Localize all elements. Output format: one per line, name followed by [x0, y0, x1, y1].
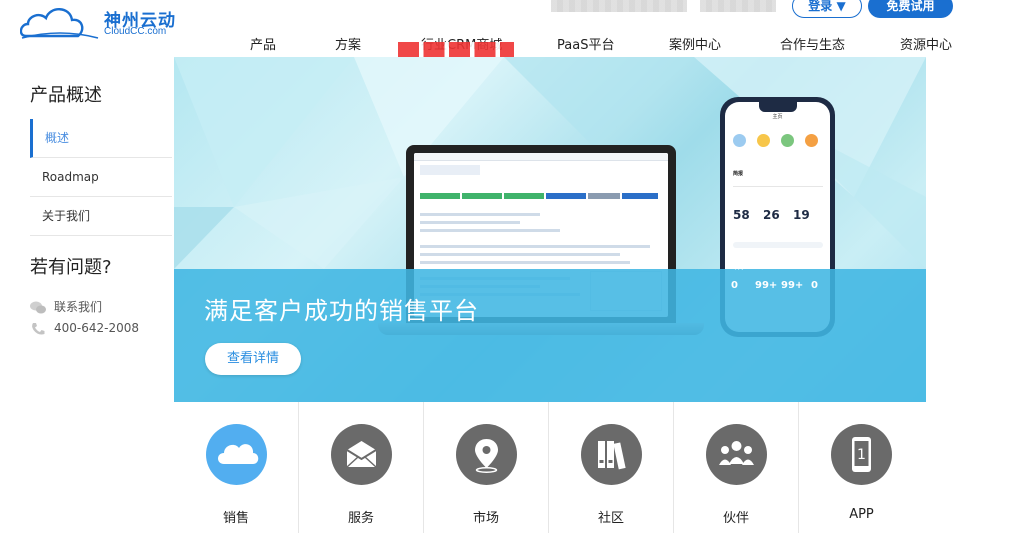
sidebar-title: 产品概述 — [30, 85, 102, 106]
sidebar-item-roadmap[interactable]: Roadmap — [30, 158, 172, 197]
contact-us-label: 联系我们 — [54, 300, 103, 314]
app-icon — [805, 134, 818, 147]
login-button[interactable]: 登录 ▼ — [792, 0, 862, 18]
sidebar-item-overview[interactable]: 概述 — [30, 119, 172, 158]
contact-us-link[interactable]: 联系我们 — [30, 298, 102, 315]
feature-label: 服务 — [347, 511, 374, 526]
phone-report-label: 简报 — [733, 171, 744, 177]
blurred-content — [551, 0, 687, 12]
hero-banner: 主页 简报 58 26 19 今天 0 99+ 99+ 0 满足客户成功的销售平… — [174, 57, 926, 402]
location-pin-icon — [475, 439, 498, 473]
phone-today-stat: 0 — [731, 280, 738, 291]
sidebar-item-about[interactable]: 关于我们 — [30, 197, 172, 236]
nav-item-products[interactable]: 产品 — [250, 34, 276, 53]
phone-title: 主页 — [772, 114, 783, 120]
feature-row: 销售 服务 市场 社区 伙伴 1 APP — [174, 402, 926, 533]
phone-today-stat: 99+ — [781, 280, 804, 291]
feature-label: 伙伴 — [722, 511, 749, 526]
feature-label: 市场 — [472, 511, 499, 526]
nav-item-resources[interactable]: 资源中心 — [900, 34, 952, 53]
feature-service[interactable]: 服务 — [299, 402, 424, 533]
free-trial-button[interactable]: 免费试用 — [868, 0, 953, 18]
people-group-icon — [719, 441, 754, 465]
nav-item-cases[interactable]: 案例中心 — [669, 34, 721, 53]
feature-sales[interactable]: 销售 — [174, 402, 299, 533]
view-details-button[interactable]: 查看详情 — [205, 343, 301, 375]
books-icon — [598, 441, 626, 470]
nav-item-solutions[interactable]: 方案 — [335, 34, 361, 53]
phone-stat: 19 — [793, 208, 810, 222]
chat-icon — [30, 301, 46, 313]
nav-item-partners[interactable]: 合作与生态 — [780, 34, 845, 53]
top-header: 神州云动 CloudCC.com 登录 ▼ 免费试用 产品 方案 行业CRM商城… — [0, 0, 1024, 58]
help-title: 若有问题? — [30, 257, 112, 278]
feature-label: 销售 — [222, 511, 249, 526]
sidebar: 产品概述 概述 Roadmap 关于我们 若有问题? 联系我们 400-642-… — [0, 57, 174, 533]
feature-partners[interactable]: 伙伴 — [674, 402, 799, 533]
app-icon — [757, 134, 770, 147]
phone-stat: 26 — [763, 208, 780, 222]
svg-text:1: 1 — [857, 447, 866, 463]
banner-headline: 满足客户成功的销售平台 — [204, 297, 479, 325]
app-icon — [781, 134, 794, 147]
app-icon — [733, 134, 746, 147]
phone-today-label: 今天 — [733, 265, 744, 271]
envelope-icon — [346, 441, 377, 468]
feature-label: 社区 — [597, 511, 624, 526]
phone-today-stat: 0 — [811, 280, 818, 291]
phone-number: 400-642-2008 — [30, 321, 139, 336]
blurred-content — [700, 0, 776, 12]
phone-stat: 58 — [733, 208, 750, 222]
phone-today-stat: 99+ — [755, 280, 778, 291]
smartphone-icon: 1 — [852, 437, 871, 472]
phone-number-text: 400-642-2008 — [54, 321, 140, 335]
feature-marketing[interactable]: 市场 — [424, 402, 549, 533]
cloud-icon — [218, 444, 259, 464]
feature-app[interactable]: 1 APP — [799, 402, 924, 533]
feature-label: APP — [849, 507, 874, 522]
hot-badge-image — [398, 42, 514, 58]
phone-icon — [32, 322, 45, 334]
nav-item-paas[interactable]: PaaS平台 — [557, 34, 614, 53]
feature-community[interactable]: 社区 — [549, 402, 674, 533]
